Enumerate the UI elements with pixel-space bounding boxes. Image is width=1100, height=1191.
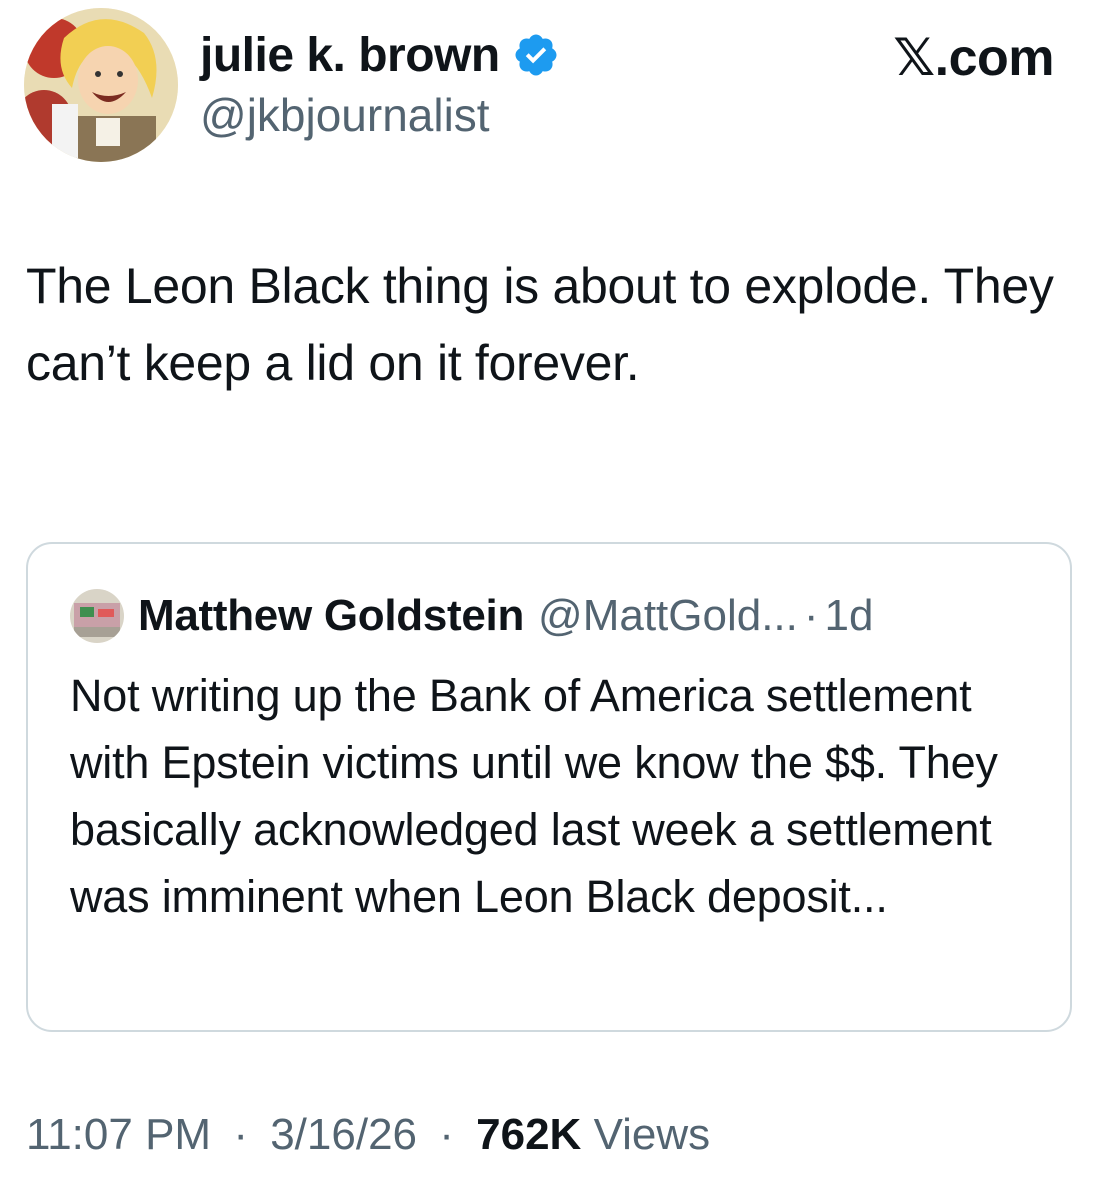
tweet-meta: 11:07 PM · 3/16/26 · 762K Views [26,1110,710,1160]
verified-badge-icon [515,34,557,76]
views-count[interactable]: 762K [476,1110,581,1159]
quoted-tweet-header: Matthew Goldstein @MattGold... · 1d [70,588,874,644]
x-logo-label: 𝕏.com [893,29,1054,87]
author-name-text[interactable]: julie k. brown [200,28,500,83]
separator-dot: · [439,1110,454,1159]
quoted-author-name[interactable]: Matthew Goldstein [138,591,524,641]
views-label: Views [593,1110,711,1159]
quoted-tweet-card[interactable]: Matthew Goldstein @MattGold... · 1d Not … [26,542,1072,1032]
quoted-avatar-image [70,589,124,643]
quoted-author-handle[interactable]: @MattGold... [538,591,798,641]
author-display-name[interactable]: julie k. brown [200,26,560,84]
quoted-tweet-text: Not writing up the Bank of America settl… [70,670,998,922]
author-handle[interactable]: @jkbjournalist [200,88,490,142]
tweet-time[interactable]: 11:07 PM [26,1110,211,1159]
separator-dot: · [803,591,819,640]
quoted-tweet-age[interactable]: 1d [825,591,874,641]
tweet-text: The Leon Black thing is about to explode… [26,258,1054,391]
separator-dot: · [233,1110,248,1159]
tweet-date[interactable]: 3/16/26 [270,1110,417,1159]
author-avatar[interactable] [24,8,178,162]
quoted-author-avatar[interactable] [70,589,124,643]
avatar-illustration [24,8,178,162]
